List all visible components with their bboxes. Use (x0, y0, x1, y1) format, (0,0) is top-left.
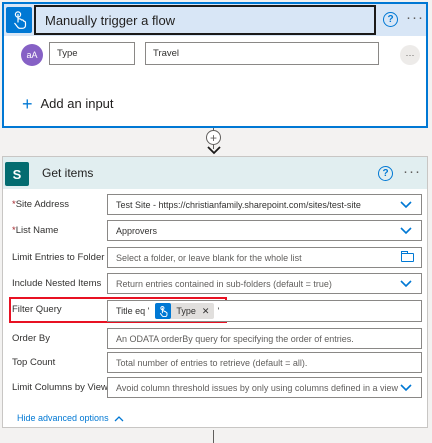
folder-icon[interactable] (401, 251, 414, 262)
input-options-ellipsis-icon[interactable]: ··· (400, 45, 420, 65)
list-name-dropdown[interactable]: Approvers (107, 220, 422, 241)
filter-query-field[interactable]: Title eq ' Type ✕ ' (107, 300, 422, 322)
text-input-avatar: aA (21, 44, 43, 66)
input-value-field[interactable]: Travel (145, 42, 379, 65)
order-by-placeholder: An ODATA orderBy query for specifying th… (116, 333, 354, 344)
hide-advanced-options-link[interactable]: Hide advanced options (17, 413, 124, 423)
top-count-field[interactable]: Total number of entries to retrieve (def… (107, 352, 422, 373)
dynamic-content-token[interactable]: Type ✕ (155, 303, 215, 319)
ellipsis-icon[interactable]: ··· (406, 10, 424, 25)
list-name-value: Approvers (116, 225, 158, 236)
manual-trigger-icon (155, 303, 172, 319)
site-address-dropdown[interactable]: Test Site - https://christianfamily.shar… (107, 194, 422, 215)
add-input-button[interactable]: + Add an input (22, 93, 114, 114)
add-input-label: Add an input (40, 96, 114, 111)
limit-folder-field[interactable]: Select a folder, or leave blank for the … (107, 247, 422, 268)
chevron-down-icon (400, 384, 412, 392)
filter-query-prefix: Title eq ' (116, 306, 150, 316)
question-icon[interactable]: ? (383, 12, 398, 27)
input-name-field[interactable]: Type (49, 42, 135, 65)
ellipsis-icon[interactable]: ··· (403, 164, 421, 179)
site-address-value: Test Site - https://christianfamily.shar… (116, 199, 361, 210)
limit-columns-placeholder: Avoid column threshold issues by only us… (116, 382, 398, 393)
plus-icon[interactable]: + (206, 130, 221, 145)
site-address-label: *Site Address (12, 199, 70, 210)
top-count-label: Top Count (12, 357, 56, 368)
limit-folder-label: Limit Entries to Folder (12, 252, 105, 263)
hide-advanced-label: Hide advanced options (17, 413, 109, 423)
plus-icon: + (22, 93, 33, 114)
trigger-header[interactable]: Manually trigger a flow ? ··· (4, 4, 426, 36)
token-label: Type (176, 306, 196, 316)
connector-line (213, 430, 214, 443)
chevron-up-icon (114, 415, 124, 421)
action-title[interactable]: Get items (42, 166, 93, 180)
nested-items-placeholder: Return entries contained in sub-folders … (116, 278, 332, 289)
close-icon[interactable]: ✕ (202, 306, 210, 317)
get-items-card[interactable]: S Get items ? ··· *Site Address Test Sit… (2, 156, 428, 428)
nested-items-label: Include Nested Items (12, 278, 102, 289)
chevron-down-icon (400, 280, 412, 288)
trigger-card[interactable]: Manually trigger a flow ? ··· aA Type Tr… (2, 2, 428, 128)
top-count-placeholder: Total number of entries to retrieve (def… (116, 357, 308, 368)
order-by-field[interactable]: An ODATA orderBy query for specifying th… (107, 328, 422, 349)
nested-items-dropdown[interactable]: Return entries contained in sub-folders … (107, 273, 422, 294)
action-header[interactable]: S Get items ? ··· (3, 157, 427, 189)
sharepoint-icon: S (5, 162, 29, 186)
limit-folder-placeholder: Select a folder, or leave blank for the … (116, 252, 302, 263)
manual-trigger-icon (6, 7, 32, 33)
limit-columns-label: Limit Columns by View (12, 382, 108, 393)
chevron-down-icon (400, 227, 412, 235)
trigger-title[interactable]: Manually trigger a flow (34, 5, 376, 35)
order-by-label: Order By (12, 333, 51, 344)
filter-query-suffix: ' (217, 306, 220, 316)
list-name-label: *List Name (12, 225, 59, 236)
question-icon[interactable]: ? (378, 166, 393, 181)
filter-query-label: Filter Query (12, 304, 62, 315)
limit-columns-dropdown[interactable]: Avoid column threshold issues by only us… (107, 377, 422, 398)
chevron-down-icon (400, 201, 412, 209)
